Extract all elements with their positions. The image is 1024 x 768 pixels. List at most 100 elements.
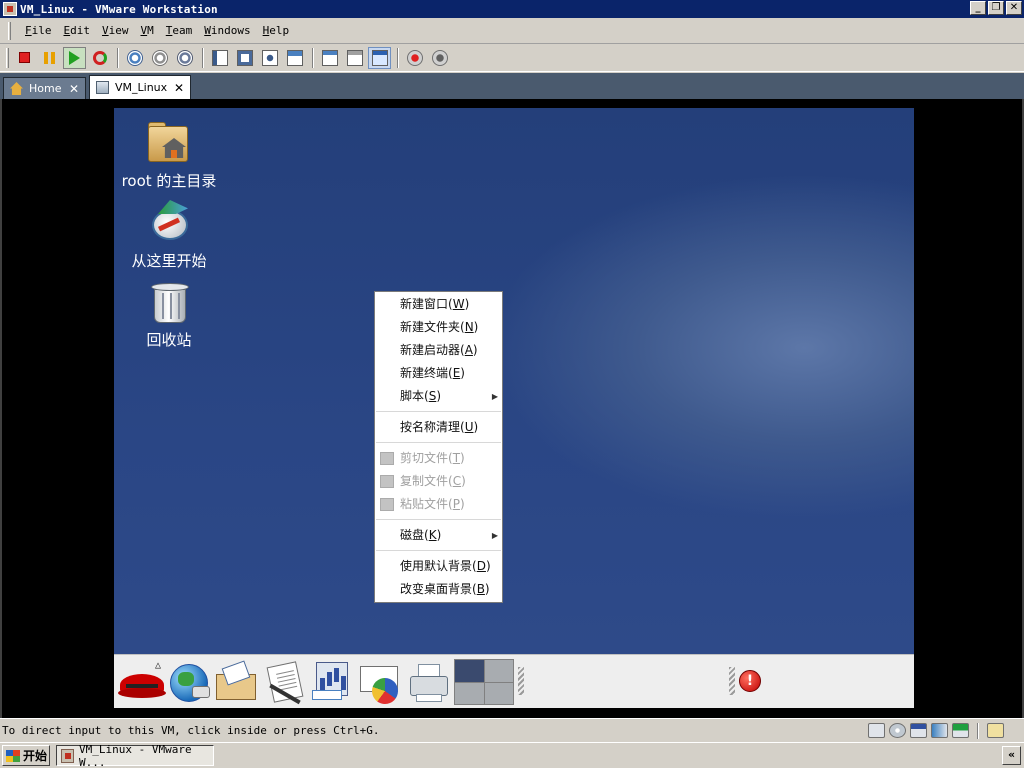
menu-item-end: )	[460, 451, 465, 465]
snapshot-manager-icon	[176, 49, 193, 66]
tab-home[interactable]: Home ✕	[3, 77, 86, 99]
menu-item-scripts[interactable]: 脚本(S) ▶	[375, 385, 502, 408]
summary-view-button[interactable]	[318, 47, 341, 69]
record-button[interactable]	[403, 47, 426, 69]
workspace-1[interactable]	[455, 660, 484, 682]
menu-edit[interactable]: Edit	[58, 22, 97, 39]
power-off-button[interactable]	[13, 47, 36, 69]
workspace-3[interactable]	[455, 682, 484, 704]
menu-windows[interactable]: Windows	[198, 22, 256, 39]
menu-item-text: 使用默认背景(	[400, 559, 477, 573]
menu-item-new-window[interactable]: 新建窗口(W)	[375, 293, 502, 316]
menubar-grip[interactable]	[8, 21, 11, 40]
update-alert-icon[interactable]: !	[739, 670, 761, 692]
floppy-icon[interactable]	[910, 723, 927, 738]
taskbar-item-label: VM_Linux - VMware W...	[79, 742, 192, 768]
menu-item-paste-files: 粘贴文件(P)	[375, 493, 502, 516]
menu-item-text: 粘贴文件(	[400, 497, 453, 511]
taskbar-item-vmware[interactable]: VM_Linux - VMware W...	[56, 742, 214, 768]
desktop-icon-root-home[interactable]: root 的主目录	[114, 120, 224, 191]
menu-item-change-desktop-background[interactable]: 改变桌面背景(B)	[375, 578, 502, 601]
usb-icon[interactable]	[952, 723, 969, 738]
full-screen-button[interactable]	[233, 47, 256, 69]
menu-file-label: ile	[31, 24, 52, 37]
web-browser-launcher[interactable]	[166, 660, 210, 704]
menu-file[interactable]: File	[19, 22, 58, 39]
appliance-switch-button[interactable]	[283, 47, 306, 69]
guest-desktop[interactable]: root 的主目录 从这里开始 回收站 新建窗口(W) 新建文件夹(N) 新建启…	[114, 108, 914, 708]
minimize-button[interactable]: _	[970, 1, 986, 15]
menu-item-clean-up-by-name[interactable]: 按名称清理(U)	[375, 416, 502, 439]
tab-home-close-icon[interactable]: ✕	[69, 82, 79, 96]
menu-vm[interactable]: VM	[135, 22, 160, 39]
menu-item-use-default-background[interactable]: 使用默认背景(D)	[375, 555, 502, 578]
workspace-switcher[interactable]	[454, 659, 514, 705]
menu-help[interactable]: Help	[257, 22, 296, 39]
menu-item-new-terminal[interactable]: 新建终端(E)	[375, 362, 502, 385]
message-log-icon[interactable]	[987, 723, 1004, 738]
quick-switch-button[interactable]	[208, 47, 231, 69]
menu-item-new-folder[interactable]: 新建文件夹(N)	[375, 316, 502, 339]
unity-button[interactable]	[258, 47, 281, 69]
network-icon[interactable]	[931, 723, 948, 738]
pause-button[interactable]	[38, 47, 61, 69]
word-processor-launcher[interactable]	[262, 660, 306, 705]
panel-drag-handle[interactable]	[729, 667, 735, 695]
menu-item-text: 按名称清理(	[400, 420, 465, 434]
menu-item-text: 新建启动器(	[400, 343, 465, 357]
summary-view-icon	[286, 49, 303, 66]
cd-rom-icon[interactable]	[889, 723, 906, 738]
tab-vm-linux-close-icon[interactable]: ✕	[174, 81, 184, 95]
presentation-launcher[interactable]	[358, 660, 402, 704]
menu-item-end: )	[436, 389, 441, 403]
window-title: VM_Linux - VMware Workstation	[20, 2, 218, 16]
menu-team[interactable]: Team	[160, 22, 199, 39]
appliance-view-icon	[371, 49, 388, 66]
toolbar-grip[interactable]	[6, 47, 9, 68]
window-title-bar[interactable]: VM_Linux - VMware Workstation _ ❐ ✕	[0, 0, 1024, 18]
start-button[interactable]: 开始	[2, 745, 50, 766]
replay-button[interactable]	[428, 47, 451, 69]
hard-disk-icon[interactable]	[868, 723, 885, 738]
take-snapshot-button[interactable]	[123, 47, 146, 69]
menu-item-disks[interactable]: 磁盘(K) ▶	[375, 524, 502, 547]
menu-item-end: )	[461, 474, 466, 488]
menu-view-accel: V	[102, 24, 109, 37]
desktop-icon-start-here[interactable]: 从这里开始	[114, 200, 224, 271]
menu-item-new-launcher[interactable]: 新建启动器(A)	[375, 339, 502, 362]
menu-item-accel: A	[464, 343, 473, 357]
main-menu-launcher[interactable]: △	[118, 660, 166, 704]
spreadsheet-launcher[interactable]	[310, 660, 354, 704]
close-button[interactable]: ✕	[1006, 1, 1022, 15]
menu-item-end: )	[460, 366, 465, 380]
desktop-icon-trash[interactable]: 回收站	[114, 279, 224, 350]
snapshot-manager-button[interactable]	[173, 47, 196, 69]
menu-view-label: iew	[108, 24, 129, 37]
vm-console[interactable]: root 的主目录 从这里开始 回收站 新建窗口(W) 新建文件夹(N) 新建启…	[0, 99, 1024, 718]
menu-view[interactable]: View	[96, 22, 135, 39]
tray-expand-button[interactable]: «	[1002, 746, 1021, 765]
restore-button[interactable]: ❐	[988, 1, 1004, 15]
vmware-taskbar-icon	[61, 748, 75, 763]
thumbnail-view-button[interactable]	[368, 46, 391, 69]
console-view-button[interactable]	[343, 47, 366, 69]
power-on-button[interactable]	[63, 46, 86, 69]
reset-button[interactable]	[88, 47, 111, 69]
email-launcher[interactable]	[214, 660, 258, 704]
workspace-4[interactable]	[484, 682, 513, 704]
thumbnail-view-icon	[346, 49, 363, 66]
tab-vm-linux[interactable]: VM_Linux ✕	[89, 75, 191, 99]
menu-item-end: )	[464, 297, 470, 311]
reset-icon	[92, 50, 107, 65]
menu-item-text: 改变桌面背景(	[400, 582, 477, 596]
menu-item-accel: N	[464, 320, 474, 334]
vmware-app-icon[interactable]	[3, 2, 17, 16]
panel-drag-handle[interactable]	[518, 667, 524, 695]
menu-item-accel: K	[428, 528, 437, 542]
workspace-2[interactable]	[484, 660, 513, 682]
revert-snapshot-button[interactable]	[148, 47, 171, 69]
toolbar-separator	[397, 47, 399, 68]
menu-item-copy-files: 复制文件(C)	[375, 470, 502, 493]
menu-item-text: 新建文件夹(	[400, 320, 465, 334]
printer-launcher[interactable]	[406, 660, 450, 704]
